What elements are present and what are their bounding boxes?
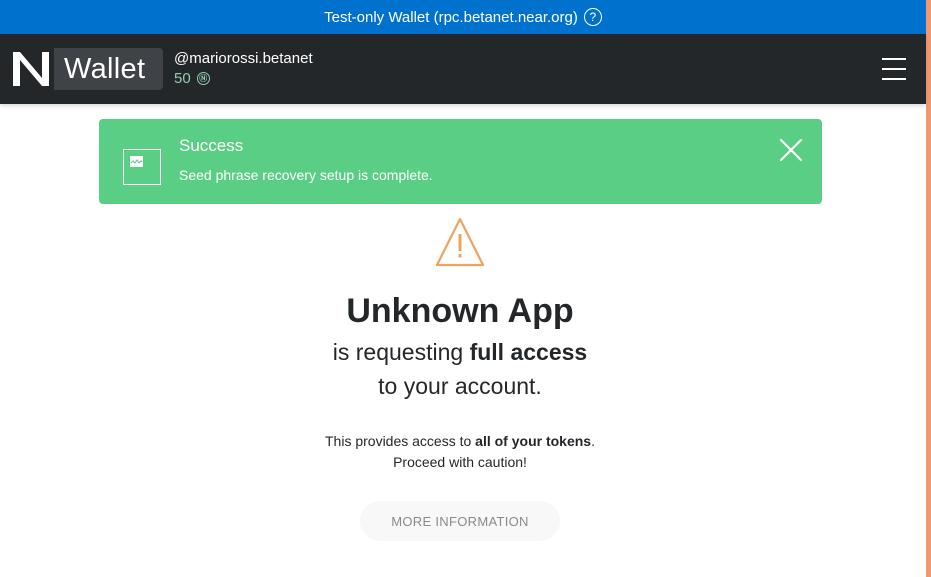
description-line-1: This provides access to all of your toke… xyxy=(0,433,920,449)
account-balance: 50 Ⓝ xyxy=(174,70,313,87)
success-alert: Success Seed phrase recovery setup is co… xyxy=(99,119,822,204)
help-icon[interactable]: ? xyxy=(583,8,602,26)
balance-value: 50 xyxy=(174,70,191,87)
desc-suffix: . xyxy=(591,433,595,449)
near-logo-icon xyxy=(8,48,54,90)
desc-prefix: This provides access to xyxy=(325,433,476,449)
subtitle-line-2: to your account. xyxy=(378,373,542,399)
near-token-icon: Ⓝ xyxy=(196,72,210,85)
navbar: Wallet @mariorossi.betanet 50 Ⓝ xyxy=(0,34,926,104)
close-icon[interactable] xyxy=(779,138,803,162)
menu-icon[interactable] xyxy=(882,57,906,81)
account-info[interactable]: @mariorossi.betanet 50 Ⓝ xyxy=(174,50,313,87)
subtitle-prefix: is requesting xyxy=(332,339,470,365)
subtitle-line-1: is requesting full access xyxy=(0,339,920,366)
description-line-2: Proceed with caution! xyxy=(393,454,527,470)
alert-title: Success xyxy=(179,136,244,155)
alert-image-icon xyxy=(123,149,161,185)
warning-icon xyxy=(435,216,485,268)
account-name: @mariorossi.betanet xyxy=(174,50,313,67)
logo-text: Wallet xyxy=(64,52,146,85)
desc-bold: all of your tokens xyxy=(475,433,592,449)
subtitle-bold: full access xyxy=(469,339,588,365)
alert-message: Seed phrase recovery setup is complete. xyxy=(179,167,433,183)
right-edge-bar xyxy=(926,0,931,577)
wallet-logo[interactable]: Wallet xyxy=(8,48,163,90)
test-wallet-banner: Test-only Wallet (rpc.betanet.near.org) … xyxy=(0,0,926,34)
page-title: Unknown App xyxy=(346,292,574,330)
test-banner-text: Test-only Wallet (rpc.betanet.near.org) xyxy=(324,8,578,26)
more-information-button[interactable]: MORE INFORMATION xyxy=(360,501,560,541)
